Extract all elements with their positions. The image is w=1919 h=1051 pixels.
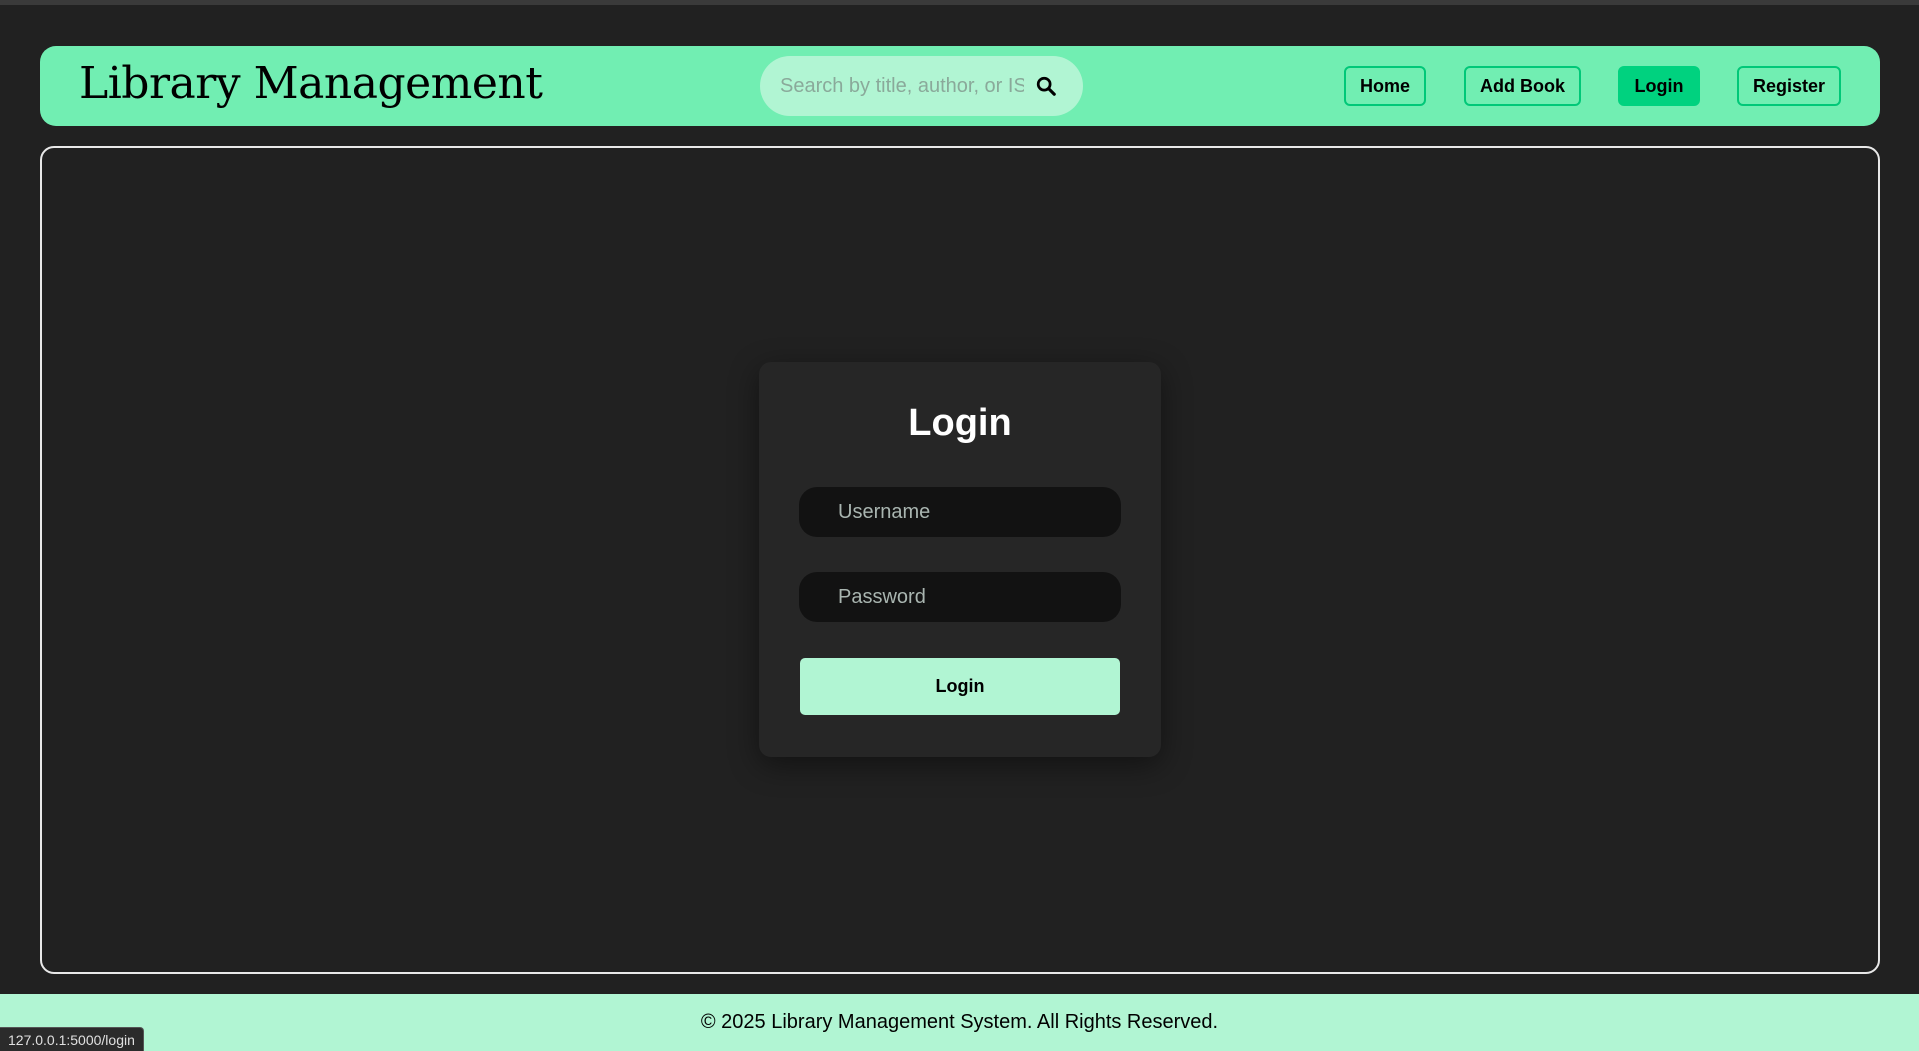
nav-home-button[interactable]: Home <box>1344 66 1426 106</box>
login-card: Login Login <box>759 362 1161 757</box>
password-field[interactable] <box>799 572 1121 622</box>
nav-add-book-button[interactable]: Add Book <box>1464 66 1581 106</box>
nav-login-button[interactable]: Login <box>1618 66 1700 106</box>
username-field[interactable] <box>799 487 1121 537</box>
login-title: Login <box>908 402 1012 444</box>
browser-top-strip <box>0 0 1919 5</box>
navbar: Library Management Home Add Book Login R… <box>40 46 1880 126</box>
search-icon[interactable] <box>1032 72 1060 100</box>
login-submit-button[interactable]: Login <box>800 658 1120 715</box>
search-input[interactable] <box>780 66 1024 106</box>
search-box <box>760 56 1083 116</box>
footer-text: © 2025 Library Management System. All Ri… <box>700 1011 1219 1033</box>
brand-title[interactable]: Library Management <box>79 58 543 109</box>
nav-register-button[interactable]: Register <box>1737 66 1841 106</box>
footer: © 2025 Library Management System. All Ri… <box>0 994 1919 1051</box>
status-bar-url: 127.0.0.1:5000/login <box>0 1027 144 1051</box>
